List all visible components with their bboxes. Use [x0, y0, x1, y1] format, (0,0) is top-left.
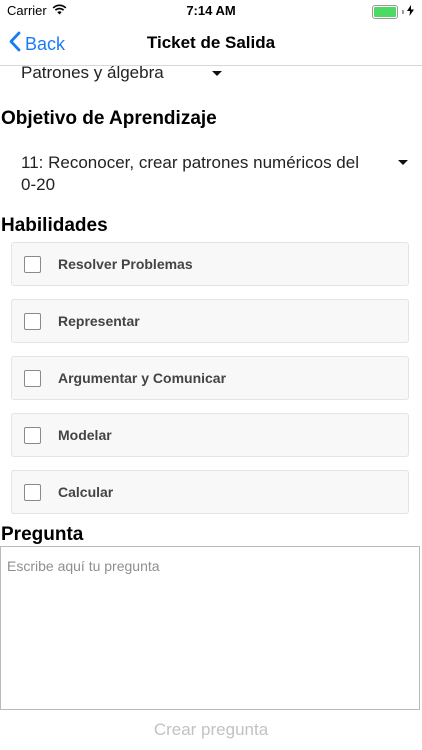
objetivo-select[interactable]: 11: Reconocer, crear patrones numéricos … [21, 152, 408, 196]
checkbox[interactable] [24, 312, 41, 330]
habilidades-section-title: Habilidades [1, 215, 108, 236]
skill-label: Argumentar y Comunicar [58, 370, 227, 386]
pregunta-section-title: Pregunta [1, 524, 84, 545]
charging-bolt-icon [407, 4, 414, 19]
skill-checkbox-item[interactable]: Resolver Problemas [11, 242, 409, 286]
eje-selected-value: Patrones y álgebra [21, 63, 164, 82]
ticket-screen: Carrier 7:14 AM Back Ticket de Salida Pa… [0, 0, 422, 750]
battery-cap [402, 9, 404, 14]
create-question-button[interactable]: Crear pregunta [0, 720, 422, 740]
skill-checkbox-item[interactable]: Representar [11, 299, 409, 343]
skill-checkbox-item[interactable]: Argumentar y Comunicar [11, 356, 409, 400]
checkbox[interactable] [24, 255, 41, 273]
objetivo-section-title: Objetivo de Aprendizaje [1, 108, 217, 129]
page-title: Ticket de Salida [146, 33, 276, 52]
checkbox[interactable] [24, 426, 41, 444]
question-textarea-container [0, 546, 420, 710]
skill-label: Resolver Problemas [58, 256, 193, 272]
status-time: 7:14 AM [186, 3, 236, 18]
checkbox[interactable] [24, 483, 41, 501]
dropdown-caret-icon [398, 160, 408, 165]
battery-icon [372, 4, 398, 19]
status-bar: Carrier 7:14 AM [0, 0, 422, 22]
dropdown-caret-icon [212, 71, 222, 76]
skill-checkbox-item[interactable]: Calcular [11, 470, 409, 514]
objetivo-selected-value: 11: Reconocer, crear patrones numéricos … [21, 153, 359, 194]
navigation-bar: Back Ticket de Salida [0, 22, 422, 66]
skill-label: Representar [58, 313, 140, 329]
status-right [372, 4, 414, 19]
skill-checkbox-item[interactable]: Modelar [11, 413, 409, 457]
battery-fill [374, 6, 396, 17]
checkbox[interactable] [24, 369, 41, 387]
skill-label: Modelar [58, 427, 112, 443]
question-textarea[interactable] [1, 547, 419, 709]
skill-label: Calcular [58, 484, 114, 500]
eje-select[interactable]: Patrones y álgebra [21, 63, 408, 83]
